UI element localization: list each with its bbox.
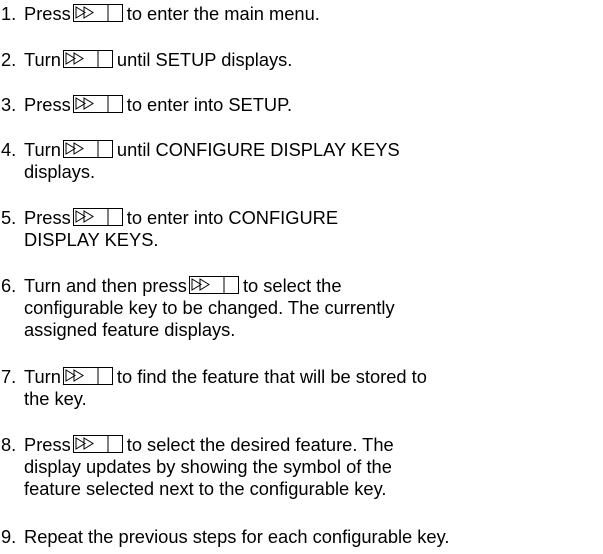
step-verb: Turn and then press	[24, 275, 187, 296]
step-line: Turn and then press to select the	[0, 275, 603, 297]
step-text: until CONFIGURE DISPLAY KEYS	[116, 139, 400, 160]
step-item: 6. Turn and then press to select the conf…	[0, 275, 603, 341]
step-item: 2. Turn until SETUP displays.	[0, 49, 603, 71]
step-line: Turn until SETUP displays.	[0, 49, 603, 71]
play-pause-key-icon	[62, 140, 113, 158]
step-verb: Turn	[24, 366, 61, 387]
step-text: to find the feature that will be stored …	[116, 366, 427, 387]
step-text: to select the desired feature. The	[126, 434, 394, 455]
step-number: 3.	[1, 94, 17, 115]
step-text: the key.	[24, 388, 87, 409]
step-text: feature selected next to the configurabl…	[24, 478, 387, 499]
step-line: Press to enter into CONFIGURE	[0, 207, 603, 229]
step-text: displays.	[24, 161, 96, 182]
step-number: 4.	[1, 139, 17, 160]
step-line: Press to enter the main menu.	[0, 3, 603, 25]
step-number: 2.	[1, 49, 17, 70]
step-line: Press to enter into SETUP.	[0, 94, 603, 116]
step-text: configurable key to be changed. The curr…	[24, 297, 395, 318]
step-number: 7.	[1, 366, 17, 387]
play-pause-key-icon	[72, 4, 123, 22]
step-verb: Press	[24, 3, 71, 24]
step-item: 4. Turn until CONFIGURE DISPLAY KEYS disp…	[0, 139, 603, 183]
play-pause-key-icon	[72, 95, 123, 113]
step-verb: Press	[24, 207, 71, 228]
step-number: 1.	[1, 3, 17, 24]
step-item: 3. Press to enter into SETUP.	[0, 94, 603, 116]
step-verb: Press	[24, 434, 71, 455]
step-number: 5.	[1, 207, 17, 228]
step-verb: Turn	[24, 139, 61, 160]
step-verb: Press	[24, 94, 71, 115]
step-number: 6.	[1, 275, 17, 296]
step-line: Turn to find the feature that will be sto…	[0, 366, 603, 388]
step-text: to enter the main menu.	[126, 3, 320, 24]
play-pause-key-icon	[62, 50, 113, 68]
step-line: Press to select the desired feature. The	[0, 434, 603, 456]
step-item: 7. Turn to find the feature that will be …	[0, 366, 603, 410]
instruction-document: 1. Press to enter the main menu. 2. Turn u…	[0, 0, 603, 554]
step-text: to enter into SETUP.	[126, 94, 293, 115]
step-text: display updates by showing the symbol of…	[24, 456, 392, 477]
step-text: until SETUP displays.	[116, 49, 293, 70]
step-item: 9. Repeat the previous steps for each co…	[0, 526, 603, 548]
play-pause-key-icon	[62, 367, 113, 385]
step-text: DISPLAY KEYS.	[24, 229, 159, 250]
step-text: to enter into CONFIGURE	[126, 207, 339, 228]
step-text: to select the	[242, 275, 342, 296]
step-number: 9.	[1, 526, 17, 547]
play-pause-key-icon	[72, 208, 123, 226]
step-line: Turn until CONFIGURE DISPLAY KEYS	[0, 139, 603, 161]
step-number: 8.	[1, 434, 17, 455]
step-text: Repeat the previous steps for each confi…	[24, 526, 450, 547]
step-text: assigned feature displays.	[24, 319, 236, 340]
play-pause-key-icon	[72, 435, 123, 453]
step-verb: Turn	[24, 49, 61, 70]
step-item: 5. Press to enter into CONFIGURE DISPLAY …	[0, 207, 603, 251]
step-item: 8. Press to select the desired feature. T…	[0, 434, 603, 500]
play-pause-key-icon	[188, 276, 239, 294]
step-item: 1. Press to enter the main menu.	[0, 3, 603, 25]
